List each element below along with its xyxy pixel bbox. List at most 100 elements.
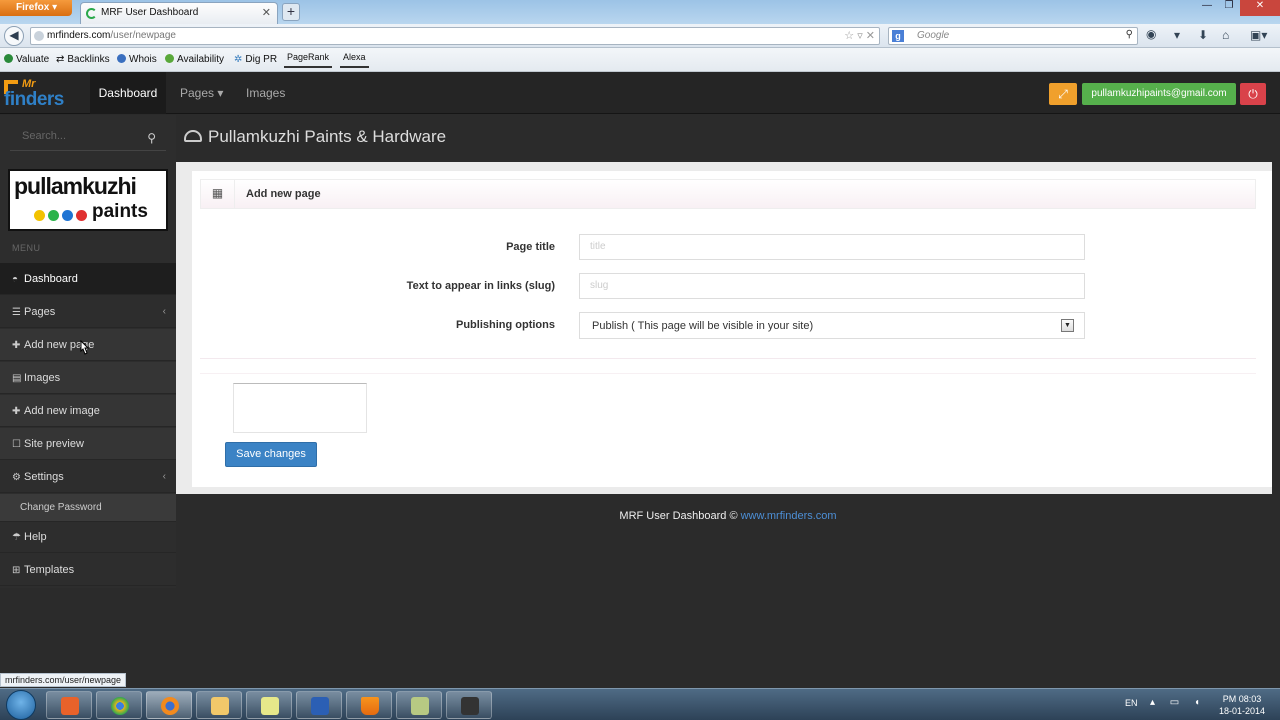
taskbar-notes[interactable] bbox=[246, 691, 292, 719]
download-icon[interactable]: ⬇ bbox=[1198, 28, 1208, 42]
taskbar-firefox[interactable] bbox=[146, 691, 192, 719]
sidebar-item-help[interactable]: ☂ Help bbox=[0, 521, 176, 553]
publishing-options-select[interactable]: Publish ( This page will be visible in y… bbox=[579, 312, 1085, 339]
menu-label: MENU bbox=[12, 243, 41, 253]
dashboard-icon: ◓ bbox=[12, 274, 19, 285]
table-grid-icon: ▦ bbox=[201, 180, 235, 208]
firefox-menu-button[interactable]: Firefox ▾ bbox=[0, 0, 72, 16]
sidebar-item-site-preview[interactable]: ☐ Site preview bbox=[0, 428, 176, 460]
sidebar-item-add-new-image[interactable]: ✚ Add new image bbox=[0, 395, 176, 427]
bookmark-alexa[interactable]: Alexa bbox=[340, 51, 369, 68]
minimize-icon[interactable]: — bbox=[1196, 0, 1218, 16]
sidebar-item-images[interactable]: ▤ Images bbox=[0, 362, 176, 394]
mrfinders-logo[interactable]: Mr finders bbox=[4, 78, 88, 110]
taskbar-explorer[interactable] bbox=[196, 691, 242, 719]
url-host: mrfinders.com bbox=[47, 30, 111, 41]
bookmark-whois[interactable]: Whois bbox=[117, 54, 157, 65]
home-icon[interactable]: ⌂ bbox=[1222, 28, 1229, 42]
bookmark-label: Valuate bbox=[16, 54, 50, 65]
media-player-icon bbox=[61, 697, 79, 715]
page-title: Pullamkuzhi Paints & Hardware bbox=[184, 127, 446, 147]
new-tab-button[interactable]: + bbox=[282, 3, 300, 21]
taskbar-media-player[interactable] bbox=[46, 691, 92, 719]
browser-tab[interactable]: MRF User Dashboard ✕ bbox=[80, 2, 278, 24]
taskbar-camera[interactable] bbox=[446, 691, 492, 719]
bookmark-availability[interactable]: Availability bbox=[165, 54, 224, 65]
page-title-input[interactable]: title bbox=[579, 234, 1085, 260]
bookmark-valuate[interactable]: Valuate bbox=[4, 54, 49, 65]
language-indicator[interactable]: EN bbox=[1125, 698, 1138, 708]
topnav-pages[interactable]: Pages ▾ bbox=[180, 72, 223, 114]
bookmark-digpr[interactable]: ✲ Dig PR bbox=[234, 54, 277, 65]
slug-label: Text to appear in links (slug) bbox=[406, 280, 555, 292]
sidebar-item-label: Add new image bbox=[24, 405, 100, 417]
search-bar[interactable]: g Google ⚲ bbox=[888, 27, 1138, 45]
site-identity-icon[interactable] bbox=[34, 31, 44, 41]
sidebar-item-label: Images bbox=[24, 372, 61, 384]
back-arrow-icon[interactable]: ◀ bbox=[4, 26, 24, 46]
url-path: /user/newpage bbox=[110, 30, 176, 41]
content-editor-textarea[interactable] bbox=[233, 383, 367, 433]
addon-menu-chevron-icon[interactable]: ▾ bbox=[1174, 28, 1180, 42]
google-engine-icon[interactable]: g bbox=[892, 30, 904, 42]
publishing-options-label: Publishing options bbox=[456, 319, 555, 331]
plus-icon: ✚ bbox=[12, 340, 21, 351]
start-button[interactable] bbox=[6, 690, 36, 720]
bookmark-star-icon[interactable]: ☆ ▿ ✕ bbox=[844, 29, 875, 42]
sidebar-item-settings[interactable]: ⚙ Settings ‹ bbox=[0, 461, 176, 493]
search-icon[interactable]: ⚲ bbox=[147, 131, 156, 145]
tab-close-icon[interactable]: ✕ bbox=[262, 6, 271, 19]
sidebar-item-dashboard[interactable]: ◓ Dashboard bbox=[0, 263, 176, 295]
taskbar-word[interactable] bbox=[296, 691, 342, 719]
form-divider bbox=[200, 358, 1256, 359]
slug-input[interactable]: slug bbox=[579, 273, 1085, 299]
sidebar-item-change-password[interactable]: Change Password bbox=[0, 494, 176, 522]
fullscreen-button[interactable]: ⤢ bbox=[1049, 83, 1077, 105]
topnav-dashboard[interactable]: Dashboard bbox=[90, 72, 166, 114]
tray-icons[interactable]: ▴ ▭ ◖ bbox=[1150, 697, 1206, 708]
user-email-button[interactable]: pullamkuzhipaints@gmail.com bbox=[1082, 83, 1236, 105]
restore-icon[interactable]: ❐ bbox=[1218, 0, 1240, 16]
logout-button[interactable]: ⏻ bbox=[1240, 83, 1266, 105]
file-icon: ▤ bbox=[12, 373, 22, 384]
app-icon bbox=[411, 697, 429, 715]
folder-icon bbox=[211, 697, 229, 715]
sidebar-item-templates[interactable]: ⊞ Templates bbox=[0, 554, 176, 586]
client-logo-top: pullamkuzhi bbox=[14, 173, 137, 199]
bookmark-pagerank[interactable]: PageRank bbox=[284, 51, 333, 68]
url-bar[interactable]: mrfinders.com/user/newpage ☆ ▿ ✕ bbox=[30, 27, 880, 45]
sidebar-search-input[interactable]: Search... ⚲ bbox=[10, 125, 166, 151]
save-changes-button[interactable]: Save changes bbox=[225, 442, 317, 467]
footer-text: MRF User Dashboard © bbox=[619, 510, 738, 522]
chrome-icon bbox=[111, 697, 129, 715]
addon-icon[interactable]: ◉ bbox=[1146, 27, 1156, 41]
availability-icon bbox=[165, 54, 174, 63]
client-logo-bottom: paints bbox=[92, 201, 148, 222]
bookmark-backlinks[interactable]: ⇄ Backlinks bbox=[56, 54, 110, 65]
caret-down-icon: ▾ bbox=[217, 86, 224, 100]
bookmark-label: PageRank bbox=[287, 52, 330, 62]
window-close-icon[interactable]: ✕ bbox=[1240, 0, 1280, 16]
mouse-cursor-icon bbox=[80, 340, 90, 355]
footer-link[interactable]: www.mrfinders.com bbox=[741, 510, 837, 522]
green-dot-icon bbox=[48, 210, 59, 221]
taskbar-chrome[interactable] bbox=[96, 691, 142, 719]
dropdown-arrow-icon[interactable]: ▼ bbox=[1061, 319, 1074, 332]
browser-status-bar: mrfinders.com/user/newpage bbox=[0, 673, 127, 687]
sidebar-item-pages[interactable]: ☰ Pages ‹ bbox=[0, 296, 176, 328]
topnav-images[interactable]: Images bbox=[246, 72, 285, 114]
topnav-pages-label: Pages bbox=[180, 86, 215, 100]
windows-taskbar: EN ▴ ▭ ◖ PM 08:03 18-01-2014 bbox=[0, 688, 1280, 720]
clock-time: PM 08:03 bbox=[1222, 694, 1262, 704]
clock-date: 18-01-2014 bbox=[1218, 706, 1266, 716]
system-clock[interactable]: PM 08:03 18-01-2014 bbox=[1206, 693, 1278, 717]
search-icon[interactable]: ⚲ bbox=[1126, 29, 1133, 40]
whois-icon bbox=[117, 54, 126, 63]
main-content: Pullamkuzhi Paints & Hardware ▦ Add new … bbox=[176, 115, 1280, 688]
taskbar-app[interactable] bbox=[396, 691, 442, 719]
firefox-menu-label: Firefox bbox=[16, 2, 50, 13]
expand-icon: ⤢ bbox=[1058, 87, 1068, 101]
taskbar-vlc[interactable] bbox=[346, 691, 392, 719]
bookmark-label: Availability bbox=[177, 54, 225, 65]
screenshot-icon[interactable]: ▣▾ bbox=[1250, 28, 1267, 42]
